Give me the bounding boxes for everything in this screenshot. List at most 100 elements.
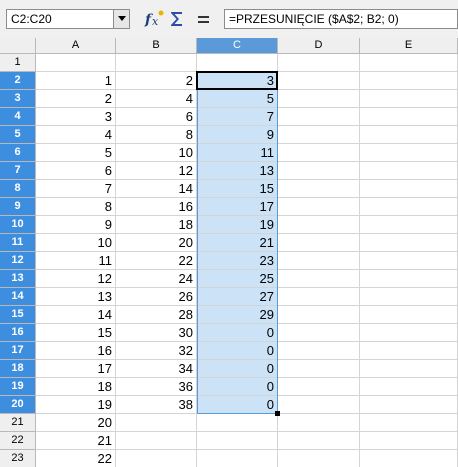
cell-b2[interactable]: 2 — [116, 72, 197, 90]
cell-b12[interactable]: 22 — [116, 252, 197, 270]
cell-b21[interactable] — [116, 414, 197, 432]
cell-c10[interactable]: 19 — [197, 216, 278, 234]
cell-d21[interactable] — [278, 414, 360, 432]
cell-c5[interactable]: 9 — [197, 126, 278, 144]
cell-e15[interactable] — [360, 306, 458, 324]
cell-d3[interactable] — [278, 90, 360, 108]
name-box[interactable]: C2:C20 — [6, 9, 130, 29]
cell-c3[interactable]: 5 — [197, 90, 278, 108]
cell-d12[interactable] — [278, 252, 360, 270]
cell-a10[interactable]: 9 — [36, 216, 116, 234]
cell-d4[interactable] — [278, 108, 360, 126]
cell-a1[interactable] — [36, 54, 116, 72]
cell-b23[interactable] — [116, 450, 197, 467]
column-header-b[interactable]: B — [116, 38, 197, 54]
cell-c13[interactable]: 25 — [197, 270, 278, 288]
cell-b20[interactable]: 38 — [116, 396, 197, 414]
cell-e3[interactable] — [360, 90, 458, 108]
cell-d11[interactable] — [278, 234, 360, 252]
cell-c12[interactable]: 23 — [197, 252, 278, 270]
column-header-d[interactable]: D — [278, 38, 360, 54]
cell-d18[interactable] — [278, 360, 360, 378]
cell-c9[interactable]: 17 — [197, 198, 278, 216]
cell-c8[interactable]: 15 — [197, 180, 278, 198]
cell-a16[interactable]: 15 — [36, 324, 116, 342]
cell-e19[interactable] — [360, 378, 458, 396]
cell-e11[interactable] — [360, 234, 458, 252]
column-header-a[interactable]: A — [36, 38, 116, 54]
cell-d13[interactable] — [278, 270, 360, 288]
row-header-2[interactable]: 2 — [0, 72, 36, 90]
row-header-3[interactable]: 3 — [0, 90, 36, 108]
cell-d10[interactable] — [278, 216, 360, 234]
cell-b11[interactable]: 20 — [116, 234, 197, 252]
function-wizard-button[interactable]: f x — [142, 9, 166, 29]
cell-b19[interactable]: 36 — [116, 378, 197, 396]
cell-c7[interactable]: 13 — [197, 162, 278, 180]
cell-e18[interactable] — [360, 360, 458, 378]
cell-b18[interactable]: 34 — [116, 360, 197, 378]
cell-e16[interactable] — [360, 324, 458, 342]
row-header-11[interactable]: 11 — [0, 234, 36, 252]
cell-d22[interactable] — [278, 432, 360, 450]
cell-a15[interactable]: 14 — [36, 306, 116, 324]
cell-d1[interactable] — [278, 54, 360, 72]
cell-e9[interactable] — [360, 198, 458, 216]
cell-e8[interactable] — [360, 180, 458, 198]
cell-b22[interactable] — [116, 432, 197, 450]
cell-e1[interactable] — [360, 54, 458, 72]
cell-b13[interactable]: 24 — [116, 270, 197, 288]
fill-handle[interactable] — [275, 411, 280, 416]
cell-c23[interactable] — [197, 450, 278, 467]
row-header-20[interactable]: 20 — [0, 396, 36, 414]
cell-a7[interactable]: 6 — [36, 162, 116, 180]
cell-e14[interactable] — [360, 288, 458, 306]
cell-e5[interactable] — [360, 126, 458, 144]
cell-b5[interactable]: 8 — [116, 126, 197, 144]
cell-a9[interactable]: 8 — [36, 198, 116, 216]
row-header-1[interactable]: 1 — [0, 54, 36, 72]
cell-e12[interactable] — [360, 252, 458, 270]
cell-b3[interactable]: 4 — [116, 90, 197, 108]
row-header-18[interactable]: 18 — [0, 360, 36, 378]
cell-e17[interactable] — [360, 342, 458, 360]
name-box-dropdown-button[interactable] — [113, 10, 129, 28]
cell-a5[interactable]: 4 — [36, 126, 116, 144]
row-header-7[interactable]: 7 — [0, 162, 36, 180]
cell-d19[interactable] — [278, 378, 360, 396]
cell-a18[interactable]: 17 — [36, 360, 116, 378]
cell-a3[interactable]: 2 — [36, 90, 116, 108]
cell-c21[interactable] — [197, 414, 278, 432]
cell-b9[interactable]: 16 — [116, 198, 197, 216]
cell-a23[interactable]: 22 — [36, 450, 116, 467]
cell-d8[interactable] — [278, 180, 360, 198]
row-header-13[interactable]: 13 — [0, 270, 36, 288]
cell-b10[interactable]: 18 — [116, 216, 197, 234]
cell-e6[interactable] — [360, 144, 458, 162]
cell-c19[interactable]: 0 — [197, 378, 278, 396]
cell-d5[interactable] — [278, 126, 360, 144]
row-header-6[interactable]: 6 — [0, 144, 36, 162]
cell-a22[interactable]: 21 — [36, 432, 116, 450]
cell-d15[interactable] — [278, 306, 360, 324]
cell-c15[interactable]: 29 — [197, 306, 278, 324]
cell-d2[interactable] — [278, 72, 360, 90]
cell-e4[interactable] — [360, 108, 458, 126]
cell-d16[interactable] — [278, 324, 360, 342]
cell-d9[interactable] — [278, 198, 360, 216]
row-header-15[interactable]: 15 — [0, 306, 36, 324]
cell-b15[interactable]: 28 — [116, 306, 197, 324]
row-header-5[interactable]: 5 — [0, 126, 36, 144]
row-header-19[interactable]: 19 — [0, 378, 36, 396]
cell-e21[interactable] — [360, 414, 458, 432]
cell-a21[interactable]: 20 — [36, 414, 116, 432]
cell-a19[interactable]: 18 — [36, 378, 116, 396]
cell-a12[interactable]: 11 — [36, 252, 116, 270]
cell-e13[interactable] — [360, 270, 458, 288]
row-header-4[interactable]: 4 — [0, 108, 36, 126]
cell-d17[interactable] — [278, 342, 360, 360]
cell-a11[interactable]: 10 — [36, 234, 116, 252]
column-header-e[interactable]: E — [360, 38, 458, 54]
cell-a13[interactable]: 12 — [36, 270, 116, 288]
cell-d6[interactable] — [278, 144, 360, 162]
